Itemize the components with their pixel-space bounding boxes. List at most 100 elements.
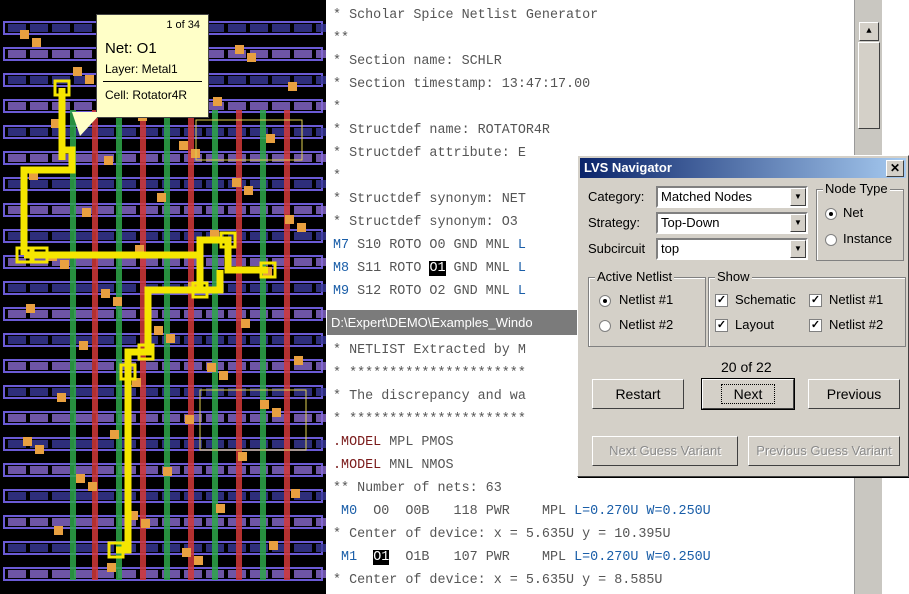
diffusion-block [52,544,70,552]
contact-square [54,526,63,535]
diffusion-block [52,284,70,292]
active-netlist-group: Active Netlist Netlist #1 Netlist #2 [588,269,706,347]
diffusion-block [294,414,312,422]
extracted-scrollbar[interactable] [854,476,882,594]
show-schematic-checkbox[interactable]: ✓ [715,294,728,307]
diffusion-block [294,388,312,396]
diffusion-block [30,388,48,396]
previous-guess-variant-button[interactable]: Previous Guess Variant [748,436,900,466]
diffusion-block [30,128,48,136]
contact-square [157,193,166,202]
diffusion-block [74,518,92,526]
active-netlist-1-label: Netlist #1 [619,292,674,307]
node-type-net-radio[interactable] [825,208,837,220]
netlist-line: * Structdef synonym: NET [333,192,526,207]
diffusion-block [294,180,312,188]
diffusion-block [30,570,48,578]
show-title: Show [715,269,752,284]
chevron-down-icon[interactable]: ▼ [790,240,806,258]
active-netlist-2-radio[interactable] [599,320,611,332]
diffusion-block [52,180,70,188]
show-layout-label: Layout [735,317,775,332]
contact-square [179,141,188,150]
node-type-instance-label: Instance [843,231,893,246]
strategy-select[interactable]: Top-Down ▼ [656,212,808,234]
layout-viewer[interactable]: 1 of 34 Net: O1 Layer: Metal1 Cell: Rota… [0,0,326,594]
diffusion-block [294,232,312,240]
show-netlist1-checkbox[interactable]: ✓ [809,294,822,307]
poly-column [116,110,122,580]
tooltip-count: 1 of 34 [166,19,200,31]
contact-square [26,304,35,313]
close-icon[interactable]: ✕ [886,160,904,177]
diffusion-block [272,102,290,110]
chevron-down-icon[interactable]: ▼ [790,188,806,206]
tooltip-layer: Layer: Metal1 [105,62,178,76]
contact-square [294,356,303,365]
contact-square [244,186,253,195]
next-button[interactable]: Next [701,378,795,410]
contact-square [113,297,122,306]
diffusion-block [74,466,92,474]
diffusion-block [316,570,326,578]
diffusion-block [8,102,26,110]
tooltip-pointer [72,112,102,136]
subcircuit-select[interactable]: top ▼ [656,238,808,260]
restart-button[interactable]: Restart [592,379,684,409]
active-netlist-1-radio[interactable] [599,295,611,307]
diffusion-block [52,206,70,214]
diffusion-block [8,284,26,292]
strategy-label: Strategy: [588,215,641,230]
diffusion-block [30,492,48,500]
subcircuit-label: Subcircuit [588,241,646,256]
netlist-line: * [333,169,342,184]
contact-square [141,519,150,528]
netlist-line: * Scholar Spice Netlist Generator [333,8,599,23]
contact-square [232,178,241,187]
netlist-line: M7 S10 ROTO O0 GND MNL L [333,238,526,253]
dialog-titlebar[interactable]: LVS Navigator ✕ [580,158,906,178]
contact-square [241,319,250,328]
poly-column [92,110,98,580]
diffusion-block [228,24,246,32]
category-select[interactable]: Matched Nodes ▼ [656,186,808,208]
diffusion-block [96,388,114,396]
contact-square [163,467,172,476]
diffusion-block [250,76,268,84]
contact-square [79,341,88,350]
contact-square [269,541,278,550]
show-netlist2-checkbox[interactable]: ✓ [809,319,822,332]
contact-square [238,452,247,461]
diffusion-block [96,440,114,448]
diffusion-block [228,102,246,110]
chevron-down-icon[interactable]: ▼ [790,214,806,232]
next-guess-variant-button[interactable]: Next Guess Variant [592,436,738,466]
scroll-thumb[interactable] [858,42,880,129]
diffusion-block [96,518,114,526]
diffusion-block [96,544,114,552]
scroll-up-icon[interactable]: ▲ [859,22,879,41]
node-type-instance-radio[interactable] [825,234,837,246]
diffusion-block [96,206,114,214]
previous-button[interactable]: Previous [808,379,900,409]
contact-square [285,215,294,224]
show-layout-checkbox[interactable]: ✓ [715,319,728,332]
netlist-line: .MODEL MPL PMOS [333,435,454,450]
diffusion-block [294,206,312,214]
diffusion-block [316,50,326,58]
diffusion-block [30,50,48,58]
diffusion-block [30,154,48,162]
contact-square [266,134,275,143]
diffusion-block [316,362,326,370]
lvs-navigator-dialog: LVS Navigator ✕ Category: Matched Nodes … [577,155,909,477]
show-schematic-label: Schematic [735,292,796,307]
diffusion-block [294,570,312,578]
contact-square [57,393,66,402]
diffusion-block [96,310,114,318]
diffusion-block [30,414,48,422]
highlighted-net-wire [148,270,224,294]
diffusion-block [294,154,312,162]
contact-square [185,415,194,424]
diffusion-block [316,24,326,32]
diffusion-block [294,310,312,318]
